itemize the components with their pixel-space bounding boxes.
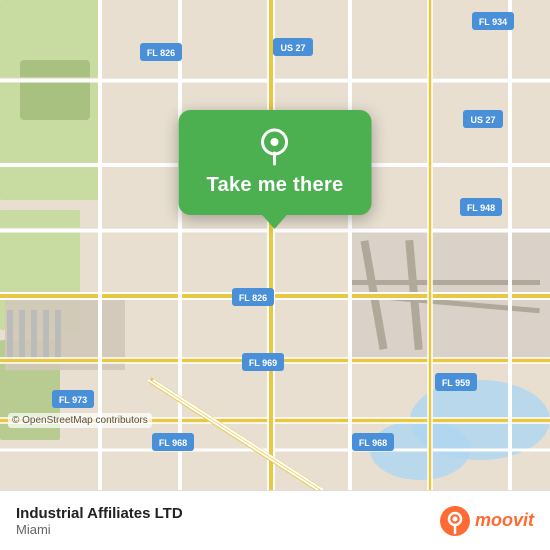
svg-text:FL 973: FL 973	[59, 395, 87, 405]
osm-attribution: © OpenStreetMap contributors	[8, 413, 152, 428]
svg-text:FL 959: FL 959	[442, 378, 470, 388]
place-city: Miami	[16, 522, 183, 537]
svg-text:FL 826: FL 826	[147, 48, 175, 58]
map-container: FL 826 US 27 FL 934 US 27 FL 948 FL 826 …	[0, 0, 550, 490]
svg-text:FL 948: FL 948	[467, 203, 495, 213]
take-me-there-button[interactable]: Take me there	[207, 174, 344, 197]
svg-text:FL 934: FL 934	[479, 17, 507, 27]
svg-text:FL 968: FL 968	[159, 438, 187, 448]
svg-text:FL 826: FL 826	[239, 293, 267, 303]
svg-text:FL 969: FL 969	[249, 358, 277, 368]
moovit-logo: moovit	[439, 505, 534, 537]
svg-text:US 27: US 27	[280, 43, 305, 53]
place-name: Industrial Affiliates LTD	[16, 505, 183, 522]
place-info: Industrial Affiliates LTD Miami	[16, 505, 183, 537]
location-pin-icon	[255, 126, 295, 166]
svg-text:US 27: US 27	[470, 115, 495, 125]
bottom-bar: Industrial Affiliates LTD Miami moovit	[0, 490, 550, 550]
moovit-text: moovit	[475, 510, 534, 531]
popup-card: Take me there	[179, 110, 372, 215]
moovit-icon	[439, 505, 471, 537]
svg-text:FL 968: FL 968	[359, 438, 387, 448]
